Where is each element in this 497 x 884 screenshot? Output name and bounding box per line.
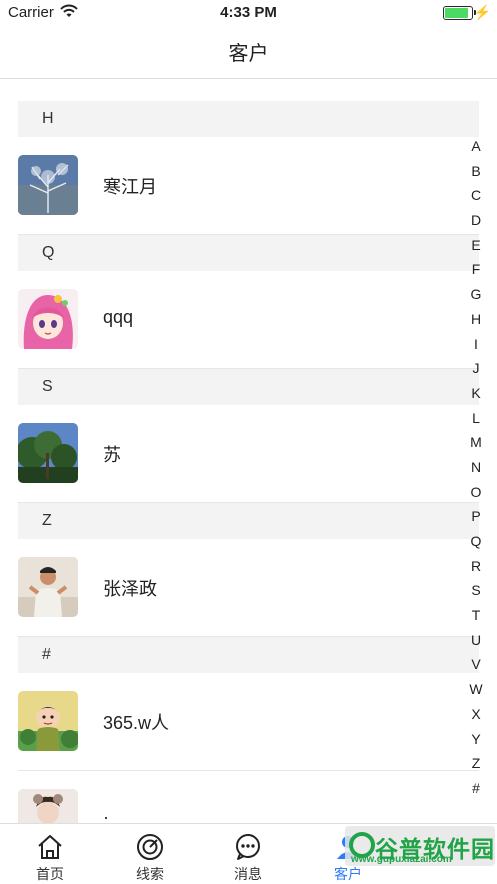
index-letter[interactable]: Z (463, 751, 489, 776)
index-letter[interactable]: # (463, 776, 489, 801)
index-letter[interactable]: X (463, 702, 489, 727)
status-bar: Carrier 4:33 PM ⚡ (0, 0, 497, 26)
index-letter[interactable]: D (463, 208, 489, 233)
index-letter[interactable]: I (463, 332, 489, 357)
section-header-h: H (18, 101, 479, 137)
tab-label: 首页 (36, 866, 64, 882)
index-letter[interactable]: T (463, 603, 489, 628)
contact-name: 张泽政 (103, 579, 157, 599)
avatar-person-photo (18, 557, 78, 617)
index-letter[interactable]: U (463, 628, 489, 653)
index-letter[interactable]: C (463, 183, 489, 208)
contact-row[interactable]: 寒江月 (18, 137, 479, 235)
tab-label: 消息 (234, 866, 262, 882)
index-letter[interactable]: B (463, 159, 489, 184)
page-title: 客户 (228, 43, 269, 65)
contact-row[interactable]: qqq (18, 271, 479, 369)
section-header-s: S (18, 369, 479, 405)
contact-name: 寒江月 (103, 177, 157, 197)
index-letter[interactable]: W (463, 677, 489, 702)
clock: 4:33 PM (220, 4, 277, 21)
contact-name: 苏 (103, 445, 121, 465)
index-letter[interactable]: S (463, 578, 489, 603)
section-header-hash: # (18, 637, 479, 673)
navigation-bar: 客户 (0, 26, 497, 79)
index-letter[interactable]: J (463, 356, 489, 381)
section-header-z: Z (18, 503, 479, 539)
index-letter[interactable]: P (463, 504, 489, 529)
contact-row[interactable]: 365.w人 (18, 673, 479, 771)
section-header-q: Q (18, 235, 479, 271)
tab-label: 线索 (136, 866, 164, 882)
tab-messages[interactable]: 消息 (198, 824, 298, 884)
avatar-anime-girl (18, 289, 78, 349)
battery-icon (443, 6, 476, 20)
index-letter[interactable]: K (463, 381, 489, 406)
index-letter[interactable]: F (463, 257, 489, 282)
target-icon (136, 833, 164, 861)
index-letter[interactable]: R (463, 554, 489, 579)
index-letter[interactable]: A (463, 134, 489, 159)
avatar-cartoon-character (18, 691, 78, 751)
index-letter[interactable]: H (463, 307, 489, 332)
index-letter[interactable]: M (463, 430, 489, 455)
chat-bubble-icon (234, 833, 262, 861)
avatar-tree-sky (18, 423, 78, 483)
charging-icon: ⚡ (473, 4, 491, 20)
contact-list[interactable]: H 寒江月 Q qqq S 苏 Z 张泽政 # 365.w人 · (18, 101, 479, 868)
contact-name: 365.w人 (103, 713, 170, 733)
index-letter[interactable]: G (463, 282, 489, 307)
home-icon (36, 833, 64, 861)
index-letter[interactable]: O (463, 480, 489, 505)
tab-home[interactable]: 首页 (0, 824, 100, 884)
index-letter[interactable]: N (463, 455, 489, 480)
watermark-url: www.gupuxiazai.com (351, 854, 452, 865)
tab-leads[interactable]: 线索 (100, 824, 200, 884)
index-letter[interactable]: V (463, 652, 489, 677)
index-letter[interactable]: L (463, 406, 489, 431)
contact-name: qqq (103, 307, 134, 327)
index-letter[interactable]: E (463, 233, 489, 258)
index-letter[interactable]: Y (463, 727, 489, 752)
avatar-tree-photo (18, 155, 78, 215)
alphabet-index[interactable]: A B C D E F G H I J K L M N O P Q R S T U V W X Y Z # (463, 134, 489, 801)
contact-row[interactable]: 苏 (18, 405, 479, 503)
index-letter[interactable]: Q (463, 529, 489, 554)
contact-row[interactable]: 张泽政 (18, 539, 479, 637)
tab-label: 客户 (334, 866, 362, 882)
watermark-logo: 谷普软件园 www.gupuxiazai.com (345, 826, 495, 866)
